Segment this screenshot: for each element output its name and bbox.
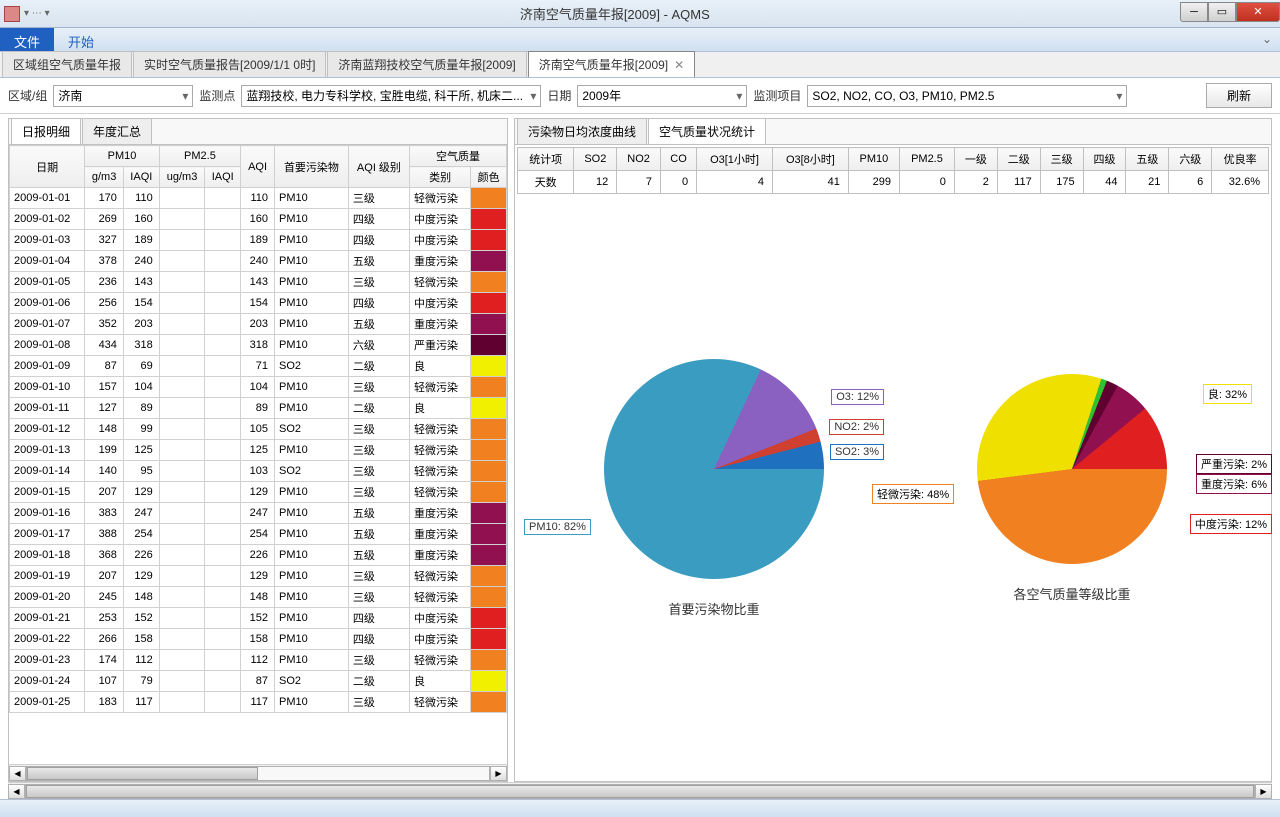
- file-tab[interactable]: 文件: [0, 28, 54, 51]
- table-row[interactable]: 2009-01-02269160160PM10四级中度污染: [10, 209, 507, 230]
- table-row[interactable]: 2009-01-241077987SO2二级良: [10, 671, 507, 692]
- filter-bar: 区域/组 济南▾ 监测点 蓝翔技校, 电力专科学校, 宝胜电缆, 科干所, 机床…: [0, 78, 1280, 114]
- scroll-right-icon[interactable]: ▶: [1255, 784, 1272, 799]
- maximize-button[interactable]: ▭: [1208, 2, 1236, 22]
- refresh-button[interactable]: 刷新: [1206, 83, 1272, 108]
- table-row[interactable]: 2009-01-23174112112PM10三级轻微污染: [10, 650, 507, 671]
- table-row[interactable]: 2009-01-10157104104PM10三级轻微污染: [10, 377, 507, 398]
- quick-access-icons: ▾ ⋯ ▾: [24, 8, 50, 19]
- sub-tab[interactable]: 年度汇总: [82, 118, 152, 144]
- status-bar: [0, 799, 1280, 817]
- table-row[interactable]: 2009-01-15207129129PM10三级轻微污染: [10, 482, 507, 503]
- chevron-down-icon: ▾: [732, 89, 742, 103]
- ribbon: 文件 开始 ⌄: [0, 28, 1280, 52]
- sub-tab[interactable]: 空气质量状况统计: [648, 118, 766, 144]
- area-label: 区域/组: [8, 87, 47, 104]
- stats-table: 统计项SO2NO2COO3[1小时]O3[8小时]PM10PM2.5一级二级三级…: [517, 147, 1269, 194]
- close-tab-icon[interactable]: ✕: [674, 58, 684, 72]
- app-icon: [4, 6, 20, 22]
- titlebar: ▾ ⋯ ▾ 济南空气质量年报[2009] - AQMS ─ ▭ ✕: [0, 0, 1280, 28]
- doc-tab[interactable]: 区域组空气质量年报: [2, 51, 132, 77]
- table-row[interactable]: 2009-01-19207129129PM10三级轻微污染: [10, 566, 507, 587]
- table-row[interactable]: 2009-01-06256154154PM10四级中度污染: [10, 293, 507, 314]
- table-row[interactable]: 2009-01-16383247247PM10五级重度污染: [10, 503, 507, 524]
- close-button[interactable]: ✕: [1236, 2, 1280, 22]
- window-title: 济南空气质量年报[2009] - AQMS: [50, 4, 1180, 23]
- station-combo[interactable]: 蓝翔技校, 电力专科学校, 宝胜电缆, 科干所, 机床二...▾: [241, 85, 541, 107]
- pollutant-pie-chart: 首要污染物比重 O3: 12% NO2: 2% SO2: 3% PM10: 82…: [544, 359, 884, 618]
- table-row[interactable]: 2009-01-22266158158PM10四级中度污染: [10, 629, 507, 650]
- right-subtabs: 污染物日均浓度曲线空气质量状况统计: [515, 119, 1271, 145]
- quality-level-pie-chart: 各空气质量等级比重 良: 32% 严重污染: 2% 重度污染: 6% 中度污染:…: [902, 374, 1242, 603]
- table-row[interactable]: 2009-01-13199125125PM10三级轻微污染: [10, 440, 507, 461]
- date-combo[interactable]: 2009年▾: [577, 85, 747, 107]
- date-label: 日期: [547, 87, 571, 104]
- scroll-left-icon[interactable]: ◀: [8, 784, 25, 799]
- chevron-down-icon: ▾: [526, 89, 536, 103]
- table-row[interactable]: 2009-01-21253152152PM10四级中度污染: [10, 608, 507, 629]
- window-h-scrollbar[interactable]: ◀ ▶: [8, 782, 1272, 799]
- chevron-down-icon: ▾: [1112, 89, 1122, 103]
- minimize-button[interactable]: ─: [1180, 2, 1208, 22]
- scroll-right-icon[interactable]: ▶: [490, 766, 507, 781]
- table-row[interactable]: 2009-01-18368226226PM10五级重度污染: [10, 545, 507, 566]
- right-panel: 污染物日均浓度曲线空气质量状况统计 统计项SO2NO2COO3[1小时]O3[8…: [514, 118, 1272, 782]
- table-row[interactable]: 2009-01-05236143143PM10三级轻微污染: [10, 272, 507, 293]
- doc-tab[interactable]: 实时空气质量报告[2009/1/1 0时]: [133, 51, 326, 77]
- table-row[interactable]: 2009-01-1414095103SO2三级轻微污染: [10, 461, 507, 482]
- h-scrollbar[interactable]: ◀ ▶: [9, 764, 507, 781]
- item-combo[interactable]: SO2, NO2, CO, O3, PM10, PM2.5▾: [807, 85, 1127, 107]
- doc-tab[interactable]: 济南蓝翔技校空气质量年报[2009]: [327, 51, 526, 77]
- table-row[interactable]: 2009-01-07352203203PM10五级重度污染: [10, 314, 507, 335]
- scroll-left-icon[interactable]: ◀: [9, 766, 26, 781]
- start-tab[interactable]: 开始: [54, 28, 108, 51]
- left-panel: 日报明细年度汇总 日期PM10PM2.5AQI首要污染物AQI 级别空气质量 g…: [8, 118, 508, 782]
- table-row[interactable]: 2009-01-17388254254PM10五级重度污染: [10, 524, 507, 545]
- item-label: 监测项目: [753, 87, 801, 104]
- area-combo[interactable]: 济南▾: [53, 85, 193, 107]
- data-grid[interactable]: 日期PM10PM2.5AQI首要污染物AQI 级别空气质量 g/m3IAQIug…: [9, 145, 507, 764]
- table-row[interactable]: 2009-01-09876971SO2二级良: [10, 356, 507, 377]
- sub-tab[interactable]: 污染物日均浓度曲线: [517, 118, 647, 144]
- table-row[interactable]: 2009-01-111278989PM10二级良: [10, 398, 507, 419]
- sub-tab[interactable]: 日报明细: [11, 118, 81, 144]
- table-row[interactable]: 2009-01-20245148148PM10三级轻微污染: [10, 587, 507, 608]
- ribbon-dropdown-icon[interactable]: ⌄: [1254, 28, 1280, 51]
- station-label: 监测点: [199, 87, 235, 104]
- table-row[interactable]: 2009-01-08434318318PM10六级严重污染: [10, 335, 507, 356]
- table-row[interactable]: 2009-01-03327189189PM10四级中度污染: [10, 230, 507, 251]
- table-row[interactable]: 2009-01-1214899105SO2三级轻微污染: [10, 419, 507, 440]
- table-row[interactable]: 2009-01-01170110110PM10三级轻微污染: [10, 188, 507, 209]
- chevron-down-icon: ▾: [178, 89, 188, 103]
- table-row[interactable]: 2009-01-04378240240PM10五级重度污染: [10, 251, 507, 272]
- document-tabs: 区域组空气质量年报实时空气质量报告[2009/1/1 0时]济南蓝翔技校空气质量…: [0, 52, 1280, 78]
- charts-area: 首要污染物比重 O3: 12% NO2: 2% SO2: 3% PM10: 82…: [515, 196, 1271, 781]
- table-row[interactable]: 2009-01-25183117117PM10三级轻微污染: [10, 692, 507, 713]
- doc-tab[interactable]: 济南空气质量年报[2009]✕: [528, 51, 695, 77]
- left-subtabs: 日报明细年度汇总: [9, 119, 507, 145]
